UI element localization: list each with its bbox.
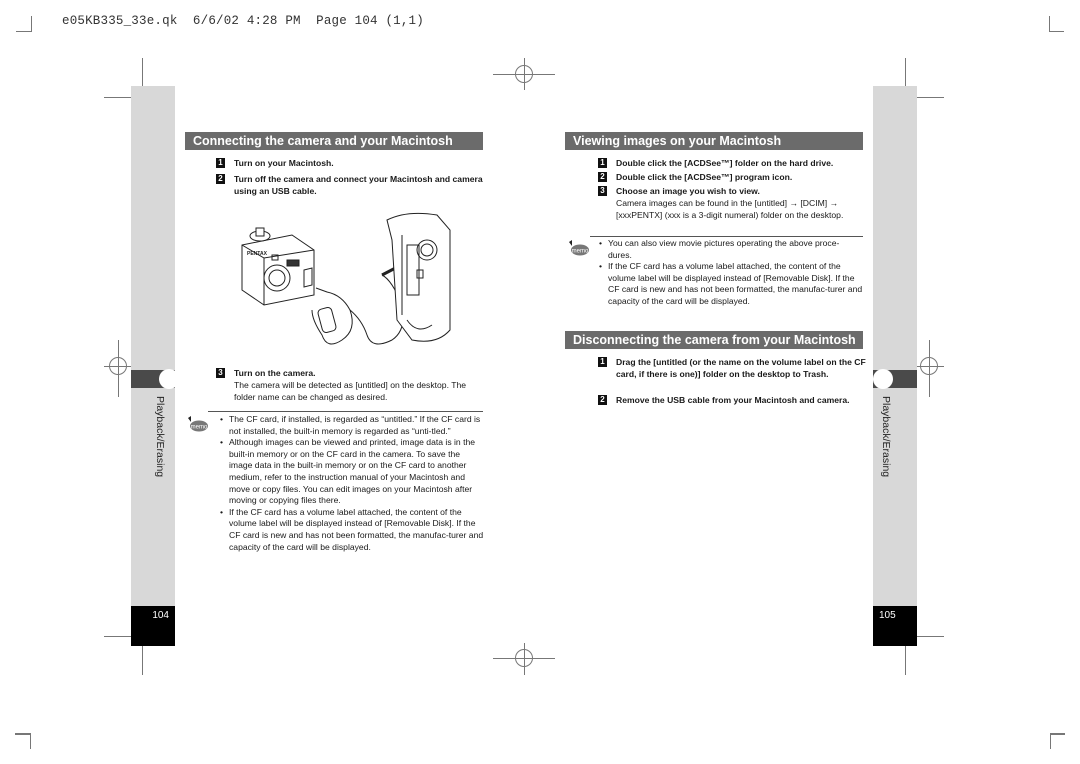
left-step-1: 1 Turn on your Macintosh. (216, 157, 486, 169)
memo-icon: memo (569, 240, 589, 256)
left-memo-list: The CF card, if installed, is regarded a… (220, 414, 484, 553)
macintosh-icon (386, 212, 451, 342)
right-page-number-block: 105 (873, 606, 917, 646)
svg-text:PENTAX: PENTAX (247, 251, 268, 257)
right-step-2: 2 Double click the [ACDSee™] program ico… (598, 171, 866, 183)
section-heading-connecting: Connecting the camera and your Macintosh (185, 132, 483, 150)
memo-bullet: The CF card, if installed, is regarded a… (220, 414, 484, 437)
memo-bullet: If the CF card has a volume label attach… (220, 507, 484, 553)
memo-icon: memo (188, 416, 208, 432)
step-number: 1 (598, 357, 607, 367)
section-heading-viewing: Viewing images on your Macintosh (565, 132, 863, 150)
step-title: Choose an image you wish to view. (616, 186, 760, 196)
step-number: 2 (598, 172, 607, 182)
step-title: Drag the [untitled (or the name on the v… (616, 357, 866, 379)
camera-usb-illustration: PENTAX (241, 212, 451, 345)
step-title: Turn off the camera and connect your Mac… (234, 174, 483, 196)
step-body: The camera will be detected as [untitled… (234, 380, 467, 402)
camera-icon: PENTAX (241, 227, 315, 306)
left-side-tab-label: Playback/Erasing (154, 396, 166, 478)
right-tab-circle-icon (873, 369, 893, 389)
memo-bullet: Although images can be viewed and printe… (220, 437, 484, 507)
left-page-number: 104 (152, 610, 169, 621)
print-slug: e05KB335_33e.qk 6/6/02 4:28 PM Page 104 … (62, 14, 424, 28)
right-step-1: 1 Double click the [ACDSee™] folder on t… (598, 157, 866, 169)
svg-text:memo: memo (572, 249, 589, 255)
step-title: Remove the USB cable from your Macintosh… (616, 395, 850, 405)
step-title: Double click the [ACDSee™] folder on the… (616, 158, 834, 168)
left-tab-circle-icon (159, 369, 179, 389)
step-title: Double click the [ACDSee™] program icon. (616, 172, 793, 182)
step-title: Turn on your Macintosh. (234, 158, 334, 168)
left-step-3: 3 Turn on the camera. The camera will be… (216, 367, 486, 403)
svg-text:memo: memo (191, 425, 208, 431)
section-heading-disconnecting: Disconnecting the camera from your Macin… (565, 331, 863, 349)
step-number: 1 (598, 158, 607, 168)
right-disconnect-step-1: 1 Drag the [untitled (or the name on the… (598, 356, 866, 380)
left-sidebar (131, 86, 175, 606)
right-memo-divider (590, 236, 863, 237)
left-step-2: 2 Turn off the camera and connect your M… (216, 173, 486, 197)
memo-bullet: You can also view movie pictures operati… (599, 238, 863, 261)
step-number: 2 (598, 395, 607, 405)
left-page-number-block: 104 (131, 606, 175, 646)
right-memo-list: You can also view movie pictures operati… (599, 238, 863, 308)
left-memo-divider (208, 411, 483, 412)
memo-bullet: If the CF card has a volume label attach… (599, 261, 863, 307)
step-number: 1 (216, 158, 225, 168)
right-sidebar (873, 86, 917, 606)
right-disconnect-step-2: 2 Remove the USB cable from your Macinto… (598, 394, 866, 406)
step-body: Camera images can be found in the [untit… (616, 198, 844, 220)
right-step-3: 3 Choose an image you wish to view. Came… (598, 185, 866, 221)
step-number: 2 (216, 174, 225, 184)
right-side-tab-label: Playback/Erasing (880, 396, 892, 478)
step-number: 3 (216, 368, 225, 378)
right-page-number: 105 (879, 610, 896, 621)
step-title: Turn on the camera. (234, 368, 316, 378)
step-number: 3 (598, 186, 607, 196)
